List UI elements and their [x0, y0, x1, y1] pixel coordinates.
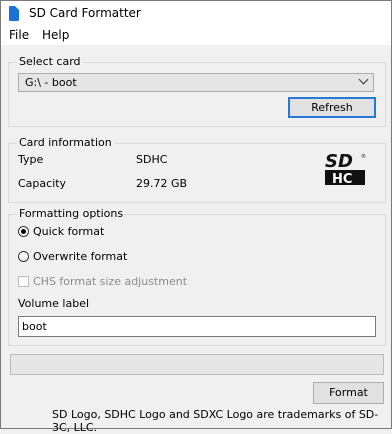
svg-text:®: ®: [361, 153, 366, 160]
format-progress-bar: [10, 354, 384, 375]
card-select-value: G:\ - boot: [25, 76, 77, 89]
capacity-label: Capacity: [18, 177, 67, 190]
svg-text:HC: HC: [332, 172, 352, 187]
card-select-dropdown[interactable]: G:\ - boot: [18, 73, 374, 92]
svg-text:SD: SD: [325, 151, 353, 172]
menu-file[interactable]: File: [9, 28, 29, 42]
sd-card-icon: [9, 6, 19, 21]
title-bar: SD Card Formatter: [1, 1, 391, 27]
formatting-options-group: Formatting options Quick format Overwrit…: [8, 207, 386, 346]
type-label: Type: [18, 153, 44, 166]
capacity-value: 29.72 GB: [136, 177, 188, 190]
volume-label-value: boot: [22, 320, 47, 333]
chevron-down-icon: [358, 74, 369, 85]
volume-label-caption: Volume label: [18, 297, 90, 310]
quick-format-label[interactable]: Quick format: [33, 225, 104, 238]
chs-adjustment-checkbox[interactable]: [18, 276, 29, 287]
menu-help[interactable]: Help: [42, 28, 69, 42]
trademark-notice: SD Logo, SDHC Logo and SDXC Logo are tra…: [52, 408, 379, 434]
refresh-button[interactable]: Refresh: [288, 97, 376, 118]
type-value: SDHC: [136, 153, 168, 166]
volume-label-input[interactable]: boot: [18, 316, 376, 337]
overwrite-format-radio[interactable]: [18, 251, 29, 262]
formatting-options-legend: Formatting options: [17, 207, 126, 220]
quick-format-radio[interactable]: [18, 226, 29, 237]
sdhc-logo-icon: SD ® HC: [325, 151, 366, 187]
select-card-group: Select card G:\ - boot Refresh: [8, 55, 386, 127]
select-card-legend: Select card: [17, 55, 83, 68]
window-title: SD Card Formatter: [29, 6, 141, 20]
chs-adjustment-label: CHS format size adjustment: [33, 275, 188, 288]
sd-card-formatter-window: SD Card Formatter File Help Select card …: [0, 0, 392, 434]
menu-bar: File Help: [1, 27, 391, 45]
overwrite-format-label[interactable]: Overwrite format: [33, 250, 127, 263]
format-button[interactable]: Format: [313, 382, 384, 404]
card-information-legend: Card information: [17, 136, 114, 149]
